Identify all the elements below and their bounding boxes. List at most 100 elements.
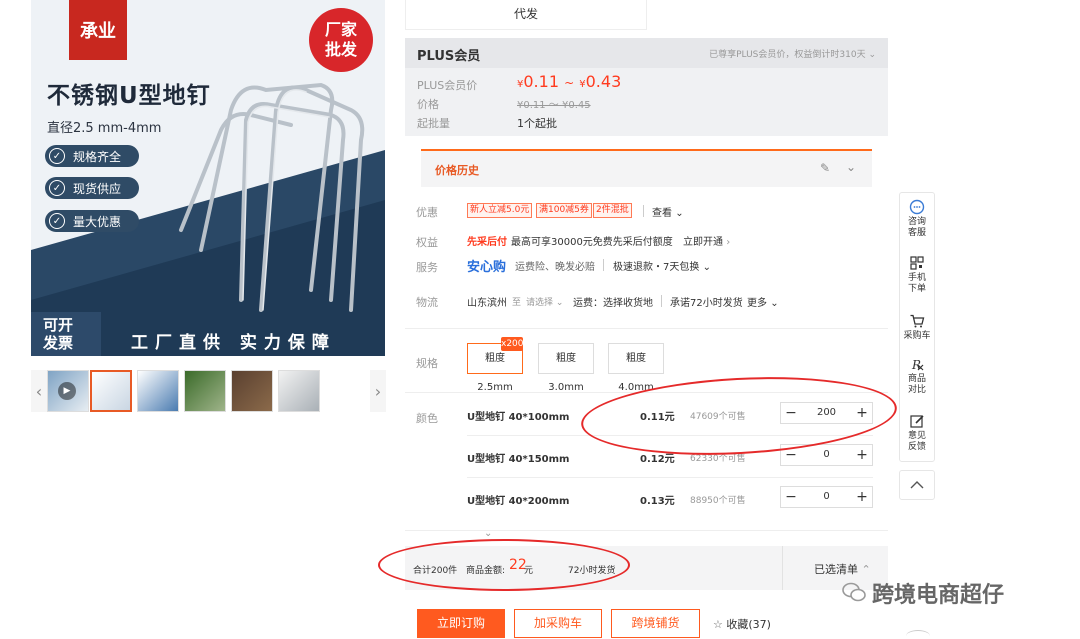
logistics-to: 至 (512, 298, 522, 308)
plus-price-range: ¥0.11 ~ ¥0.43 (517, 72, 621, 91)
logistics-more-link[interactable]: 更多 ⌄ (747, 294, 779, 309)
plus-price-low: 0.11 (523, 72, 559, 91)
promo-label: 优惠 (416, 206, 438, 219)
cross-border-button[interactable]: 跨境铺货 (611, 609, 700, 638)
invoice-line2: 发票 (43, 334, 74, 352)
qty-decrease-button[interactable]: − (781, 487, 801, 507)
coupon-tag[interactable]: 满100减5券 (536, 203, 592, 218)
sidebar-label: 反馈 (907, 442, 926, 452)
feedback-button[interactable]: 意见 反馈 (900, 413, 934, 453)
plus-countdown[interactable]: 已尊享PLUS会员价，权益倒计时310天 ⌄ (709, 47, 876, 60)
hero-tag-label: 量大优惠 (73, 214, 122, 229)
help-bubble-icon[interactable] (906, 630, 930, 639)
sku-name: U型地钉 40*150mm (467, 454, 570, 465)
thumbnail[interactable] (184, 370, 226, 412)
thumbnail-video[interactable]: ▶ (47, 370, 89, 412)
promo-view-link[interactable]: 查看 ⌄ (652, 204, 684, 219)
spec-qty-badge: x200 (501, 337, 524, 351)
divider (661, 295, 662, 307)
qrcode-icon (910, 256, 924, 270)
spec-option[interactable]: 粗度 3.0mm (538, 343, 594, 393)
compare-button[interactable]: R 商品 对比 (900, 356, 934, 396)
order-now-button[interactable]: 立即订购 (417, 609, 505, 638)
sidebar-label: 对比 (907, 385, 926, 395)
qty-increase-button[interactable]: + (852, 487, 872, 507)
qty-increase-button[interactable]: + (852, 445, 872, 465)
compare-icon: R (911, 358, 924, 372)
chevron-down-icon: ⌄ (702, 262, 711, 273)
moq-value: 1个起批 (517, 117, 557, 130)
thumbnail[interactable] (231, 370, 273, 412)
plus-price-label: PLUS会员价 (417, 79, 478, 92)
sidebar-label: 商品 (907, 374, 926, 384)
chevron-down-icon: ⌄ (555, 298, 564, 308)
selected-list-label: 已选清单 (814, 563, 858, 576)
hero-tag-label: 规格齐全 (73, 149, 122, 164)
wechat-logo-icon (842, 582, 866, 602)
sidebar-label: 采购车 (903, 331, 931, 341)
floating-toolbar: 咨询 客服 手机 下单 采购车 R 商品 对比 意见 反馈 (899, 192, 935, 462)
price-history-panel[interactable]: 价格历史 ✎ ⌄ (421, 149, 872, 187)
destination-select[interactable]: 请选择 ⌄ (526, 295, 563, 308)
original-price: ¥0.11 ～ ¥0.45 (517, 100, 591, 111)
quantity-stepper: − 0 + (780, 486, 873, 508)
rights-label: 权益 (416, 236, 438, 249)
qty-input[interactable]: 0 (803, 445, 850, 465)
coupon-tag[interactable]: 2件混批 (593, 203, 632, 218)
favorite-button[interactable]: ☆ 收藏(37) (713, 616, 771, 632)
destination-placeholder: 请选择 (526, 298, 554, 308)
favorite-label: 收藏(37) (726, 618, 771, 631)
service-extra-link[interactable]: 极速退款・7天包换 ⌄ (613, 258, 711, 273)
thumbnail[interactable] (90, 370, 132, 412)
svg-text:R: R (911, 358, 921, 372)
hero-tag: ✓ 规格齐全 (45, 145, 139, 167)
chevron-down-icon: ⌄ (770, 298, 779, 309)
plus-title: PLUS会员 (417, 49, 481, 64)
check-icon: ✓ (49, 148, 65, 164)
sku-stock: 88950个可售 (690, 496, 746, 506)
purchase-cart-button[interactable]: 采购车 (900, 313, 934, 342)
factory-badge-line2: 批发 (324, 40, 357, 59)
dropship-option[interactable]: 代发 (405, 0, 647, 30)
back-to-top-button[interactable] (899, 470, 935, 500)
divider (643, 205, 644, 217)
edit-icon (910, 415, 924, 428)
qty-input[interactable]: 0 (803, 487, 850, 507)
invoice-badge: 可开 发票 (31, 312, 101, 356)
thumbnail[interactable] (278, 370, 320, 412)
selected-list-toggle[interactable]: 已选清单 ⌃ (814, 561, 871, 577)
mobile-order-button[interactable]: 手机 下单 (900, 255, 934, 295)
section-divider (405, 530, 888, 531)
product-main-image[interactable]: 承业 厂家 批发 不锈钢U型地钉 直径2.5 mm-4mm ✓ 规格齐全 ✓ 现货供… (31, 0, 385, 356)
chevron-down-icon[interactable]: ⌄ (846, 160, 856, 174)
customer-service-button[interactable]: 咨询 客服 (900, 199, 934, 239)
sidebar-label: 下单 (907, 284, 926, 294)
coupon-tag[interactable]: 新人立减5.0元 (467, 203, 533, 218)
rights-open-link[interactable]: 立即开通 › (683, 233, 730, 248)
color-label: 颜色 (416, 412, 438, 425)
sku-price: 0.13元 (640, 496, 675, 507)
edit-icon[interactable]: ✎ (820, 161, 830, 175)
thumbnail[interactable] (137, 370, 179, 412)
hero-spec: 直径2.5 mm-4mm (47, 121, 162, 136)
check-icon: ✓ (49, 180, 65, 196)
check-icon: ✓ (49, 213, 65, 229)
factory-wholesale-badge: 厂家 批发 (309, 8, 373, 72)
sidebar-label: 客服 (907, 228, 926, 238)
add-to-cart-button[interactable]: 加采购车 (514, 609, 602, 638)
logistics-promise: 承诺72小时发货 (670, 298, 743, 309)
sku-name: U型地钉 40*200mm (467, 496, 570, 507)
chevron-up-icon: ⌃ (861, 563, 871, 576)
chevron-down-icon: ⌄ (868, 50, 876, 60)
wechat-watermark: 跨境电商超仔 (842, 577, 1052, 609)
sidebar-label: 手机 (907, 273, 926, 283)
logistics-label: 物流 (416, 296, 438, 309)
plus-countdown-text: 已尊享PLUS会员价，权益倒计时310天 (709, 50, 866, 60)
spec-option[interactable]: 粗度 4.0mm (608, 343, 664, 393)
logistics-more-label: 更多 (747, 298, 767, 309)
thumb-prev-button[interactable]: ‹ (31, 370, 47, 412)
expand-chevron-icon[interactable]: ⌄ (484, 528, 492, 539)
thumb-next-button[interactable]: › (370, 370, 386, 412)
rights-text: 最高可享30000元免费先采后付额度 (511, 237, 673, 248)
service-highlight: 安心购 (467, 260, 507, 275)
